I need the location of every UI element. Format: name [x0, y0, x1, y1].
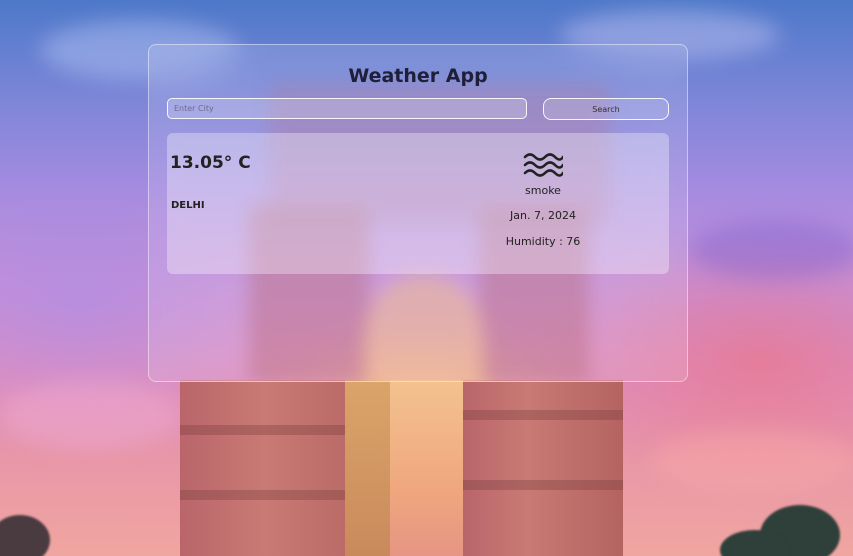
- cloud: [650, 430, 853, 490]
- gate-band: [463, 480, 623, 490]
- weather-description: smoke: [525, 184, 561, 197]
- gate-inner-column: [345, 380, 390, 556]
- weather-details: smoke Jan. 7, 2024 Humidity : 76: [487, 151, 599, 248]
- weather-date: Jan. 7, 2024: [510, 209, 576, 222]
- search-button[interactable]: Search: [543, 98, 669, 120]
- weather-app-panel: Weather App Search 13.05° C DELHI smoke …: [148, 44, 688, 382]
- humidity-value: Humidity : 76: [505, 235, 581, 248]
- tree: [0, 515, 50, 556]
- city-search-input[interactable]: [167, 98, 527, 119]
- gate-right-pillar: [463, 380, 623, 556]
- city-name: DELHI: [171, 200, 205, 211]
- page-title: Weather App: [348, 65, 488, 87]
- cloud: [0, 380, 180, 450]
- temperature-value: 13.05° C: [170, 153, 251, 173]
- smoke-icon: [523, 153, 563, 177]
- gate-band: [463, 410, 623, 420]
- cloud: [690, 220, 853, 280]
- gate-arch-light: [390, 380, 463, 556]
- weather-result-card: 13.05° C DELHI smoke Jan. 7, 2024 Humidi…: [167, 133, 669, 274]
